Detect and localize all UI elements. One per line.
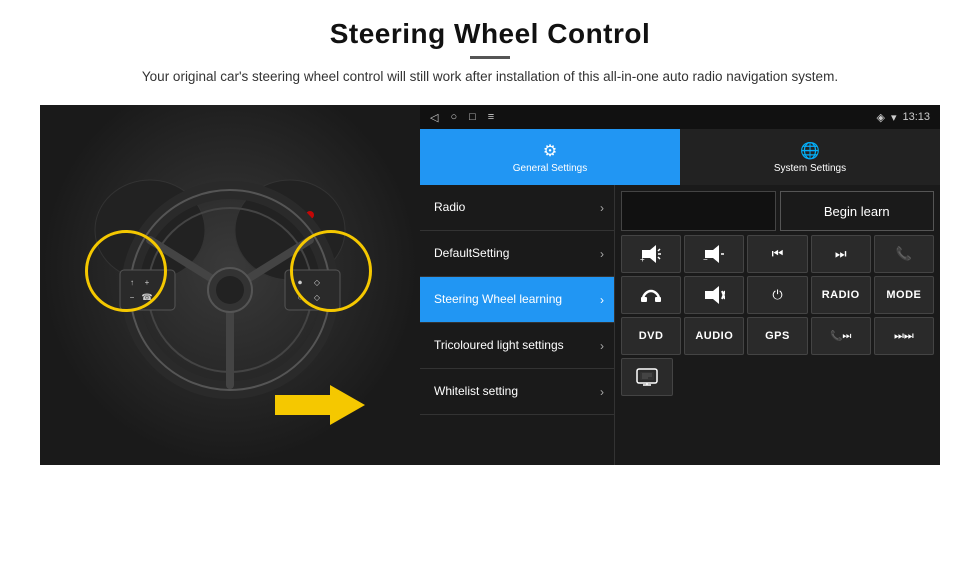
svg-text:+: + — [640, 255, 645, 263]
wifi-status-icon: ▾ — [891, 111, 897, 124]
menu-steering-chevron: › — [600, 293, 604, 307]
controls-row4 — [621, 358, 934, 396]
top-tabs: ⚙ General Settings 🌐 System Settings — [420, 129, 940, 185]
android-panel: ◁ ○ □ ≡ ◈ ▾ 13:13 ⚙ General Settings — [420, 105, 940, 465]
screen-icon-btn[interactable] — [621, 358, 673, 396]
menu-radio-chevron: › — [600, 201, 604, 215]
audio-btn[interactable]: AUDIO — [684, 317, 744, 355]
vol-up-btn[interactable]: + — [621, 235, 681, 273]
menu-default-label: DefaultSetting — [434, 246, 509, 262]
menu-item-steering[interactable]: Steering Wheel learning › — [420, 277, 614, 323]
right-controls: Begin learn + − ⏮ ⏭ 📞 — [615, 185, 940, 465]
tab-system-label: System Settings — [774, 163, 846, 174]
general-settings-icon: ⚙ — [543, 141, 557, 161]
menu-item-whitelist[interactable]: Whitelist setting › — [420, 369, 614, 415]
controls-row3: DVD AUDIO GPS 📞⏭ ⏭⏭ — [621, 317, 934, 355]
status-time: 13:13 — [902, 111, 930, 123]
menu-item-default[interactable]: DefaultSetting › — [420, 231, 614, 277]
title-divider — [470, 56, 510, 59]
phone-next-btn[interactable]: 📞⏭ — [811, 317, 871, 355]
left-menu: Radio › DefaultSetting › Steering Wheel … — [420, 185, 615, 465]
vol-down-btn[interactable]: − — [684, 235, 744, 273]
status-bar-right: ◈ ▾ 13:13 — [876, 111, 930, 124]
phone-hangup-btn[interactable] — [621, 276, 681, 314]
arrow-container — [275, 380, 365, 435]
gps-btn[interactable]: GPS — [747, 317, 807, 355]
menu-item-tricoloured[interactable]: Tricoloured light settings › — [420, 323, 614, 369]
back-nav-icon[interactable]: ◁ — [430, 111, 438, 124]
phone-answer-btn[interactable]: 📞 — [874, 235, 934, 273]
menu-nav-icon[interactable]: ≡ — [488, 111, 494, 123]
mode-btn[interactable]: MODE — [874, 276, 934, 314]
skip-btn[interactable]: ⏭⏭ — [874, 317, 934, 355]
steering-wheel-panel: + ↑ ☎ − ⏺ ◇ ○ ◇ — [40, 105, 420, 465]
begin-learn-button[interactable]: Begin learn — [780, 191, 935, 231]
gps-status-icon: ◈ — [876, 111, 884, 124]
page-subtitle: Your original car's steering wheel contr… — [142, 67, 838, 87]
menu-tricoloured-label: Tricoloured light settings — [434, 338, 564, 354]
status-bar: ◁ ○ □ ≡ ◈ ▾ 13:13 — [420, 105, 940, 129]
controls-top-row: Begin learn — [621, 191, 934, 231]
tab-general-label: General Settings — [513, 163, 588, 174]
home-nav-icon[interactable]: ○ — [450, 111, 457, 123]
tab-general-settings[interactable]: ⚙ General Settings — [420, 129, 680, 185]
menu-radio-label: Radio — [434, 200, 465, 216]
highlight-circle-left — [85, 230, 167, 312]
radio-btn[interactable]: RADIO — [811, 276, 871, 314]
empty-display-box — [621, 191, 776, 231]
tab-system-settings[interactable]: 🌐 System Settings — [680, 129, 940, 185]
menu-steering-label: Steering Wheel learning — [434, 292, 562, 308]
prev-track-btn[interactable]: ⏮ — [747, 235, 807, 273]
menu-item-radio[interactable]: Radio › — [420, 185, 614, 231]
status-bar-left: ◁ ○ □ ≡ — [430, 111, 494, 124]
controls-row1: + − ⏮ ⏭ 📞 — [621, 235, 934, 273]
yellow-arrow-svg — [275, 380, 365, 430]
mute-btn[interactable] — [684, 276, 744, 314]
steering-wheel-image: + ↑ ☎ − ⏺ ◇ ○ ◇ — [40, 105, 420, 465]
svg-text:−: − — [703, 255, 708, 263]
recents-nav-icon[interactable]: □ — [469, 111, 476, 123]
title-section: Steering Wheel Control Your original car… — [142, 18, 838, 99]
dvd-btn[interactable]: DVD — [621, 317, 681, 355]
power-btn[interactable]: ⏻ — [747, 276, 807, 314]
next-track-btn[interactable]: ⏭ — [811, 235, 871, 273]
system-settings-icon: 🌐 — [800, 141, 820, 161]
menu-whitelist-chevron: › — [600, 385, 604, 399]
controls-row2: ⏻ RADIO MODE — [621, 276, 934, 314]
menu-default-chevron: › — [600, 247, 604, 261]
menu-tricoloured-chevron: › — [600, 339, 604, 353]
page-title: Steering Wheel Control — [142, 18, 838, 50]
content-area: + ↑ ☎ − ⏺ ◇ ○ ◇ — [40, 105, 940, 465]
page-container: Steering Wheel Control Your original car… — [0, 0, 980, 564]
highlight-circle-right — [290, 230, 372, 312]
main-content: Radio › DefaultSetting › Steering Wheel … — [420, 185, 940, 465]
menu-whitelist-label: Whitelist setting — [434, 384, 518, 400]
